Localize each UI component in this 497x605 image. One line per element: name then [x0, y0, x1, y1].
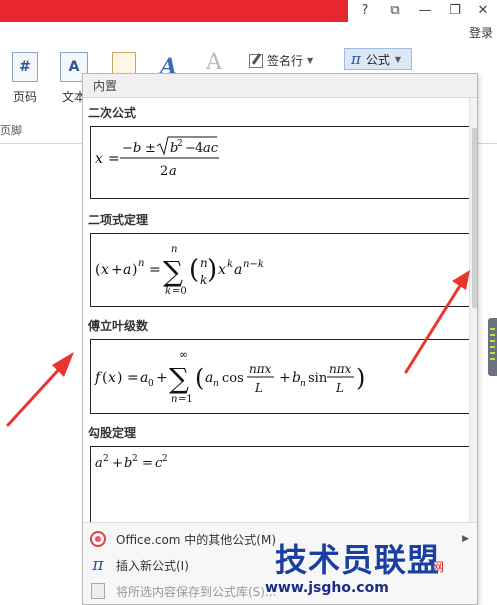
chevron-down-icon: ▼ — [394, 54, 402, 64]
side-toolbar-tab[interactable] — [488, 318, 497, 376]
equation-quadratic[interactable]: x = − b ± b 2 − 4 ac 2 a — [90, 126, 469, 199]
formula-button[interactable]: π 公式 ▼ — [344, 48, 412, 70]
equation-gallery: 内置 二次公式 x = − b ± b 2 − 4 ac 2 a 二项式定理 (… — [82, 73, 478, 605]
gallery-section-header: 内置 — [83, 74, 477, 98]
category-pythagorean: 勾股定理 — [88, 426, 137, 440]
svg-text:a: a — [123, 262, 131, 278]
svg-text:=: = — [127, 370, 139, 386]
svg-text:cos: cos — [222, 371, 244, 386]
signature-line-label: 签名行 — [267, 54, 304, 68]
page-number-label: 页码 — [12, 90, 37, 104]
svg-text:±: ± — [145, 141, 156, 156]
svg-text:∑: ∑ — [163, 255, 183, 288]
svg-text:n: n — [171, 394, 177, 405]
svg-text:2: 2 — [162, 454, 168, 464]
title-bar-brand — [0, 0, 348, 22]
pi-icon: π — [92, 555, 104, 575]
login-link[interactable]: 登录 — [469, 24, 493, 41]
svg-text:): ) — [117, 370, 122, 386]
svg-text:x: x — [108, 370, 116, 386]
equation-binomial[interactable]: ( x + a ) n = n ∑ k =0 ( n k ) x k a n−k — [90, 233, 469, 307]
svg-text:=: = — [108, 151, 120, 167]
watermark-url: www.jsgho.com — [265, 580, 389, 596]
svg-text:): ) — [132, 262, 137, 278]
watermark-tag: 网 — [432, 560, 445, 574]
svg-text:=: = — [142, 456, 153, 471]
svg-text:sin: sin — [308, 371, 328, 386]
svg-text:+: + — [156, 370, 168, 386]
svg-text:ac: ac — [203, 141, 219, 156]
svg-text:nπx: nπx — [329, 362, 352, 376]
svg-text:b: b — [133, 141, 141, 156]
svg-text:): ) — [356, 364, 365, 392]
save-equation-icon — [88, 581, 108, 601]
header-footer-group-label: 页脚 — [0, 124, 22, 137]
chevron-down-icon: ▼ — [307, 56, 314, 65]
svg-text:n: n — [138, 258, 144, 269]
signature-line-button[interactable]: 签名行 ▼ — [249, 52, 313, 69]
svg-text:(: ( — [95, 262, 100, 278]
minimize-button[interactable]: — — [414, 1, 436, 20]
svg-text:L: L — [335, 381, 344, 395]
svg-text:+: + — [112, 456, 123, 471]
help-button[interactable]: ? — [354, 1, 376, 20]
formula-label: 公式 — [365, 52, 390, 67]
svg-text:x: x — [101, 262, 109, 278]
watermark-logo: 技术员联盟 — [275, 541, 441, 579]
category-quadratic: 二次公式 — [88, 106, 137, 120]
drop-cap-icon[interactable]: A — [206, 50, 222, 75]
page-number-button[interactable]: # 页码 — [12, 52, 38, 105]
svg-text:∑: ∑ — [169, 362, 189, 395]
svg-text:2: 2 — [103, 454, 109, 464]
svg-text:=: = — [149, 262, 161, 278]
svg-text:n: n — [213, 379, 219, 389]
svg-text:k: k — [165, 286, 171, 297]
svg-text:+: + — [279, 370, 291, 386]
pi-icon: π — [351, 50, 361, 68]
insert-new-equation-label: 插入新公式(I) — [116, 558, 189, 573]
save-to-gallery-label: 将所选内容保存到公式库(S)... — [116, 584, 277, 599]
svg-text:(: ( — [189, 255, 199, 285]
svg-text:nπx: nπx — [249, 362, 272, 376]
svg-text:(: ( — [102, 370, 107, 386]
gallery-scroll-area[interactable]: 二次公式 x = − b ± b 2 − 4 ac 2 a 二项式定理 (x … — [83, 98, 469, 538]
signature-icon — [249, 53, 263, 68]
chevron-right-icon: ▶ — [462, 534, 469, 544]
equation-pythagorean[interactable]: a 2 + b 2 = c 2 — [90, 446, 469, 526]
equation-fourier[interactable]: f ( x ) = a 0 + ∞ ∑ n =1 ( a n cos nπx L… — [90, 339, 469, 414]
svg-text:2: 2 — [177, 139, 183, 149]
svg-text:x: x — [218, 262, 226, 278]
svg-text:L: L — [254, 381, 263, 395]
svg-text:=1: =1 — [178, 394, 193, 405]
svg-text:2: 2 — [160, 164, 168, 179]
category-fourier: 傅立叶级数 — [88, 319, 149, 333]
svg-text:=0: =0 — [172, 286, 187, 297]
svg-text:n: n — [300, 379, 306, 389]
restore-button[interactable]: ❐ — [444, 1, 466, 20]
svg-text:n: n — [171, 244, 177, 255]
more-equations-label: Office.com 中的其他公式(M) — [116, 532, 277, 547]
scrollbar-thumb[interactable] — [472, 128, 477, 308]
svg-text:n−k: n−k — [243, 259, 264, 270]
close-button[interactable]: ✕ — [472, 1, 494, 20]
svg-text:a: a — [169, 164, 177, 179]
svg-text:a: a — [234, 262, 242, 278]
svg-text:k: k — [227, 259, 233, 270]
ribbon-display-button[interactable]: ⧉ — [384, 1, 406, 20]
category-binomial: 二项式定理 — [88, 213, 149, 227]
svg-text:a: a — [95, 456, 103, 471]
svg-text:0: 0 — [148, 379, 154, 389]
page-number-icon: # — [12, 52, 38, 82]
gallery-scrollbar[interactable] — [469, 98, 477, 538]
title-bar: ? ⧉ — ❐ ✕ — [0, 0, 497, 22]
svg-text:): ) — [207, 255, 217, 285]
svg-text:2: 2 — [132, 454, 138, 464]
svg-text:−: − — [122, 141, 133, 156]
svg-text:+: + — [111, 262, 123, 278]
svg-text:x: x — [95, 151, 103, 167]
svg-text:∞: ∞ — [179, 348, 188, 361]
svg-text:(: ( — [195, 364, 204, 392]
office-icon — [88, 529, 108, 549]
